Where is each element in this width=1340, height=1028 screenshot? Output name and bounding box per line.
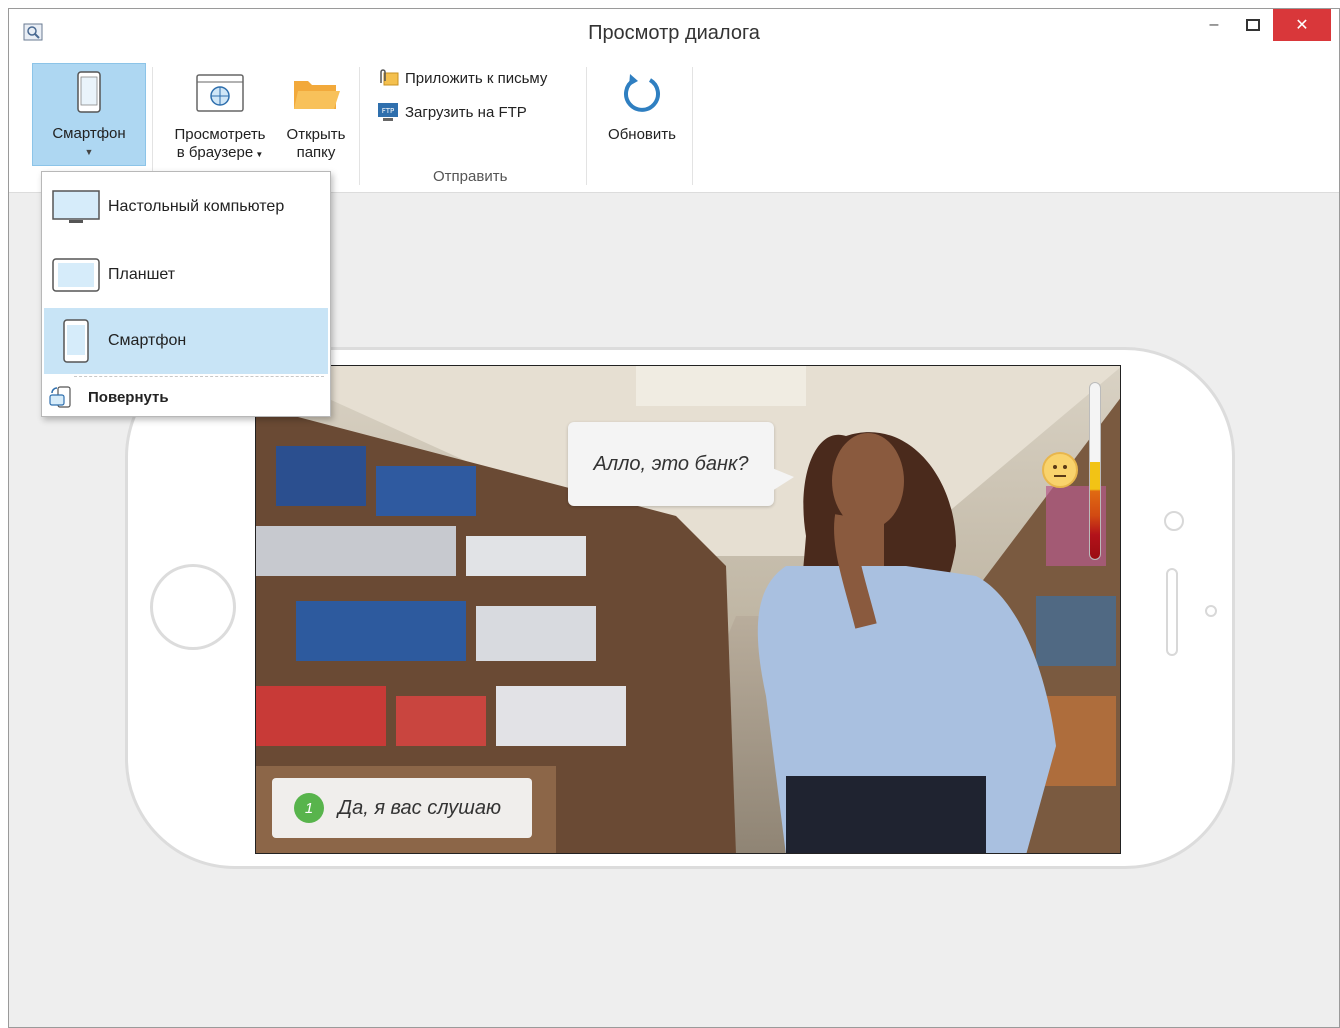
answer-text: Да, я вас слушаю [338, 796, 502, 819]
device-button-label: Смартфон [52, 125, 126, 142]
attach-to-email-button[interactable]: Приложить к письму [377, 69, 547, 87]
ftp-label: Загрузить на FTP [405, 103, 527, 121]
mood-meter [1089, 382, 1101, 560]
app-window: Просмотр диалога – ✕ Смартфон ▼ Просмотр… [8, 8, 1340, 1028]
home-button [150, 564, 236, 650]
mood-meter-fill [1090, 462, 1100, 559]
menu-item-label: Настольный компьютер [108, 198, 285, 215]
close-button[interactable]: ✕ [1273, 9, 1331, 41]
desktop-icon [52, 190, 100, 223]
open-folder-button[interactable]: Открыть папку [279, 63, 353, 162]
menu-separator [74, 376, 324, 377]
chevron-down-icon: ▼ [84, 147, 94, 157]
speaker-slot [1166, 568, 1178, 656]
attach-icon [380, 69, 399, 86]
device-dropdown-menu: Настольный компьютер Планшет Смартфон По… [41, 171, 331, 417]
answer-option[interactable]: 1 Да, я вас слушаю [272, 778, 532, 838]
tablet-icon [52, 258, 100, 292]
menu-item-smartphone[interactable]: Смартфон [44, 308, 328, 374]
ribbon-separator [586, 67, 587, 185]
speech-bubble-text: Алло, это банк? [593, 452, 749, 475]
upload-ftp-button[interactable]: FTP Загрузить на FTP [377, 102, 527, 122]
ribbon-separator [692, 67, 693, 185]
menu-item-label: Смартфон [108, 332, 187, 349]
minimize-button[interactable]: – [1197, 9, 1231, 41]
menu-icon-slot [44, 187, 108, 227]
sensor-dot [1205, 605, 1217, 617]
menu-icon-slot [44, 255, 108, 295]
dialog-screen: Алло, это банк? 1 Да, я вас слушаю [255, 365, 1121, 854]
menu-item-label: Планшет [108, 266, 176, 283]
attach-label: Приложить к письму [405, 69, 548, 87]
open-folder-label-2: папку [296, 144, 336, 161]
maximize-button[interactable] [1235, 9, 1271, 41]
refresh-label: Обновить [608, 126, 676, 143]
device-dropdown-button[interactable]: Смартфон ▼ [32, 63, 146, 166]
menu-item-desktop[interactable]: Настольный компьютер [44, 174, 328, 240]
menu-item-tablet[interactable]: Планшет [44, 242, 328, 308]
ftp-icon: FTP [378, 103, 398, 121]
send-group-label: Отправить [433, 168, 508, 185]
rotate-icon [49, 386, 71, 408]
view-browser-label-row: в браузере ▼ [165, 144, 275, 164]
folder-icon [294, 81, 340, 109]
smartphone-icon [77, 71, 101, 113]
menu-icon-slot [44, 318, 108, 364]
neutral-face-glyph [1053, 465, 1067, 477]
view-in-browser-button[interactable]: Просмотреть в браузере ▼ [165, 63, 275, 164]
refresh-button[interactable]: Обновить [597, 63, 687, 144]
view-browser-label-2: в браузере [176, 144, 254, 161]
ribbon-separator [152, 67, 153, 185]
speech-bubble: Алло, это банк? [568, 422, 794, 506]
ribbon-separator [359, 67, 360, 185]
camera-circle [1164, 511, 1184, 531]
smartphone-icon [63, 319, 89, 363]
chevron-down-icon: ▼ [253, 150, 264, 159]
refresh-icon [624, 74, 660, 112]
maximize-icon [1246, 19, 1260, 31]
rotate-button[interactable]: Повернуть [48, 384, 169, 410]
open-folder-label-1: Открыть [286, 126, 346, 143]
title-bar: Просмотр диалога – ✕ [9, 9, 1339, 60]
window-title: Просмотр диалога [588, 22, 760, 44]
rotate-label: Повернуть [88, 388, 169, 406]
browser-icon [196, 74, 244, 112]
svg-text:FTP: FTP [382, 107, 394, 115]
answer-number-badge: 1 [294, 793, 324, 823]
view-browser-label-1: Просмотреть [174, 126, 266, 143]
neutral-face-icon [1042, 452, 1078, 488]
